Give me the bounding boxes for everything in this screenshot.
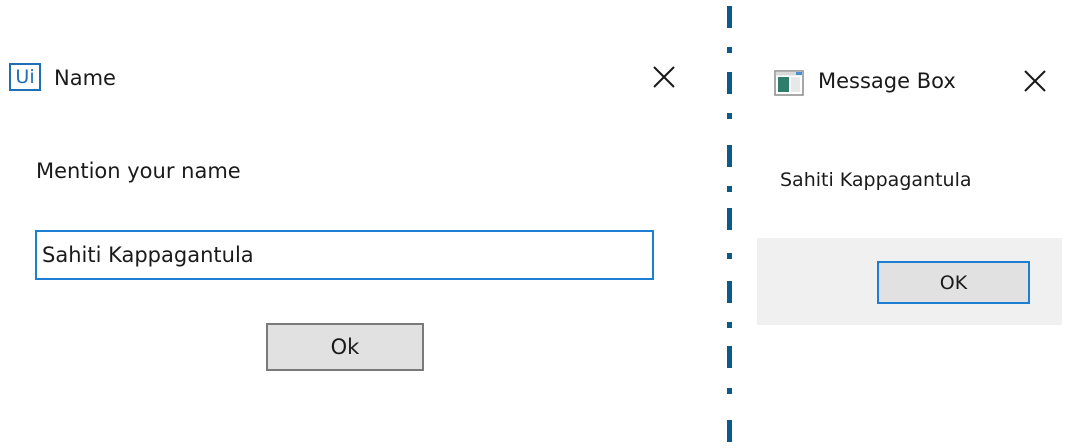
prompt-label: Mention your name (36, 159, 241, 183)
message-box-dialog: Message Box Sahiti Kappagantula OK (757, 0, 1062, 448)
window-app-icon (774, 70, 804, 96)
button-footer: OK (757, 238, 1062, 325)
close-icon (1024, 70, 1046, 92)
screenshot-root: Ui Name Mention your name Ok (0, 0, 1080, 448)
close-button[interactable] (1018, 64, 1052, 98)
dialog-title: Name (54, 66, 116, 90)
name-dialog: Ui Name Mention your name Ok (0, 0, 700, 448)
separator-line (727, 6, 732, 442)
close-button[interactable] (647, 60, 681, 94)
dialog-title: Message Box (818, 69, 956, 93)
ok-button[interactable]: Ok (266, 323, 424, 371)
uipath-logo-icon: Ui (9, 63, 41, 91)
ok-button[interactable]: OK (877, 261, 1030, 304)
close-icon (653, 66, 675, 88)
name-input[interactable] (35, 230, 654, 280)
message-text: Sahiti Kappagantula (780, 169, 972, 191)
